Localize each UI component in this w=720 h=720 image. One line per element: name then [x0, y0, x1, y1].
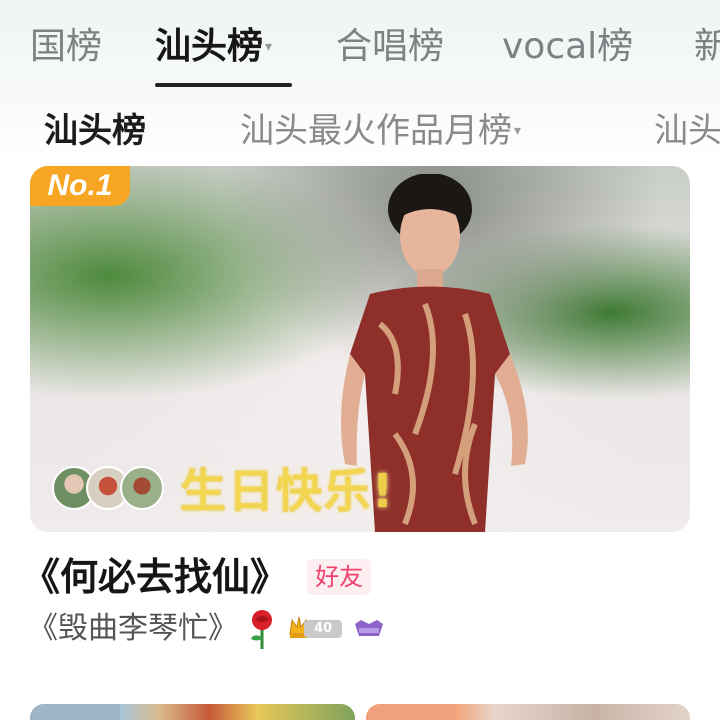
- active-tab-indicator: [155, 83, 292, 87]
- tab-chorus-label: 合唱榜: [336, 26, 445, 67]
- tab-new-label: 新: [694, 26, 720, 67]
- singer-row[interactable]: 《毁曲李琴忙》 40: [28, 608, 385, 650]
- participant-avatars[interactable]: [52, 466, 172, 510]
- rank-card-2[interactable]: [30, 704, 355, 720]
- tab-national[interactable]: 国榜: [30, 22, 102, 78]
- rank-badge: [30, 704, 120, 720]
- subtab-monthly-hot-label: 汕头最火作品月榜: [240, 111, 512, 151]
- tab-vocal-label: vocal榜: [502, 26, 634, 67]
- tab-new[interactable]: 新: [694, 22, 720, 78]
- singer-name[interactable]: 《毁曲李琴忙》: [28, 611, 238, 646]
- level-number: 40: [304, 620, 343, 638]
- primary-tab-bar: 国榜 汕头榜 ▾ 合唱榜 vocal榜 新: [0, 22, 720, 87]
- rank-badge: No.1: [30, 166, 130, 206]
- dropdown-caret-icon[interactable]: ▾: [265, 39, 272, 55]
- rose-icon: [251, 610, 273, 649]
- subtab-shantou-label: 汕头榜: [44, 111, 146, 151]
- subtab-shantou-more-label: 汕头: [654, 111, 720, 151]
- subtab-shantou-more[interactable]: 汕头: [654, 104, 720, 158]
- avatar: [120, 466, 164, 510]
- level-badge: 40: [288, 616, 344, 640]
- tab-shantou-label: 汕头榜: [155, 26, 264, 67]
- rank-badge: [366, 704, 456, 720]
- song-title-row[interactable]: 《何必去找仙》 好友: [22, 550, 372, 604]
- song-title[interactable]: 《何必去找仙》: [22, 555, 288, 599]
- subtab-monthly-hot[interactable]: 汕头最火作品月榜 ▾: [240, 104, 521, 158]
- tab-shantou[interactable]: 汕头榜 ▾: [155, 22, 272, 78]
- secondary-tab-bar: 汕头榜 汕头最火作品月榜 ▾ 汕头: [0, 104, 720, 158]
- tab-vocal[interactable]: vocal榜: [502, 22, 633, 78]
- cover-caption: 生日快乐!: [180, 464, 395, 518]
- rank-card-1[interactable]: No.1 生日快乐!: [30, 166, 690, 532]
- tab-chorus[interactable]: 合唱榜: [336, 22, 444, 78]
- ranking-page: 国榜 汕头榜▾ 合唱榜 vocal榜 新 汕头榜 汕头最火作品月榜▾ 汕头: [0, 0, 720, 720]
- subtab-shantou[interactable]: 汕头榜: [44, 104, 146, 158]
- tab-national-label: 国榜: [30, 26, 103, 67]
- vip-icon: [355, 620, 384, 636]
- rank-card-3[interactable]: [366, 704, 690, 720]
- dropdown-caret-icon[interactable]: ▾: [514, 123, 521, 139]
- friend-tag: 好友: [307, 559, 372, 595]
